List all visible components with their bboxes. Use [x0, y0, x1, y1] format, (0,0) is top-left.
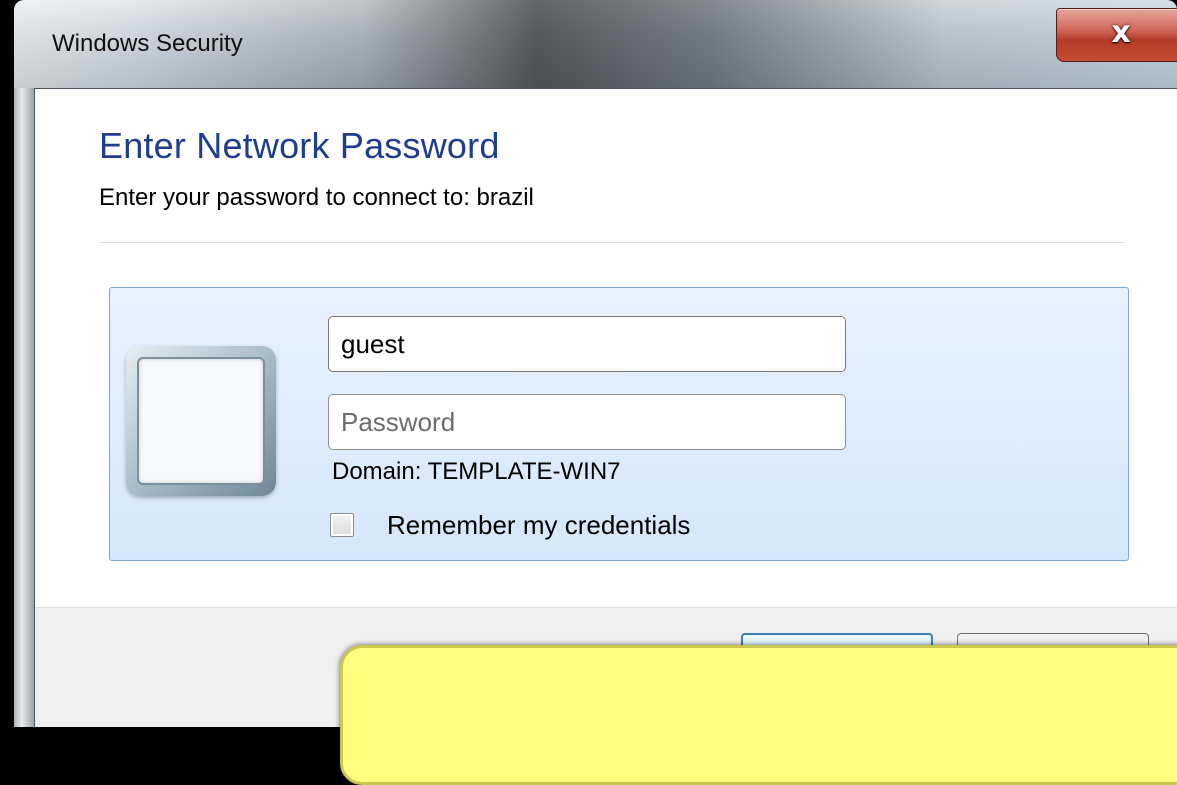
- remember-label[interactable]: Remember my credentials: [387, 510, 690, 541]
- tooltip-callout: [340, 645, 1177, 785]
- dialog-client-area: Enter Network Password Enter your passwo…: [34, 88, 1177, 727]
- window-left-border: [14, 88, 34, 727]
- separator-line: [99, 242, 1124, 243]
- close-button[interactable]: x: [1056, 8, 1177, 62]
- credential-tile[interactable]: Domain: TEMPLATE-WIN7 Remember my creden…: [109, 287, 1129, 561]
- close-icon: x: [1111, 15, 1131, 50]
- remember-checkbox[interactable]: [330, 513, 354, 537]
- dialog-subheading: Enter your password to connect to: brazi…: [99, 184, 534, 211]
- user-tile-icon: [126, 346, 276, 496]
- domain-label: Domain: TEMPLATE-WIN7: [332, 458, 621, 485]
- security-dialog-window: Windows Security x Enter Network Passwor…: [14, 0, 1177, 727]
- password-input[interactable]: [328, 394, 846, 450]
- user-tile-frame: [137, 357, 265, 485]
- window-title: Windows Security: [52, 30, 243, 57]
- remember-credentials-row[interactable]: Remember my credentials: [330, 508, 690, 542]
- dialog-heading: Enter Network Password: [99, 125, 500, 166]
- username-input[interactable]: [328, 316, 846, 372]
